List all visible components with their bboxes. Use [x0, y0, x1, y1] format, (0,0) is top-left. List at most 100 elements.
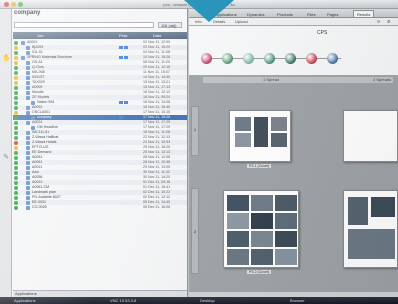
status-dot-icon [14, 70, 18, 75]
folder-icon [26, 120, 30, 125]
workflow-step-icon[interactable] [201, 53, 212, 64]
flow-flag-icon [119, 101, 123, 104]
folder-icon [26, 60, 30, 65]
workflow-step-icon[interactable] [222, 53, 233, 64]
taskbar-item-3[interactable]: Desktop [200, 297, 215, 304]
column-label-2: 2 Spreads [373, 77, 392, 82]
status-dot-icon [14, 115, 18, 120]
flow-flag-icon [124, 101, 128, 104]
folder-icon [26, 150, 30, 155]
photo-thumb [235, 133, 251, 147]
spread-partial-1[interactable] [343, 110, 398, 162]
status-dot-icon [14, 140, 18, 145]
column-label-1: 1 Spread [263, 77, 280, 82]
photo-thumb [371, 197, 395, 217]
spread-cover-1[interactable] [229, 110, 291, 162]
folder-icon [26, 180, 30, 185]
photo-thumb [251, 231, 273, 247]
folder-icon [26, 80, 30, 85]
taskbar-item-1[interactable]: Applications [14, 297, 36, 304]
flow-flag-icon [124, 46, 128, 49]
workflow-step-icon[interactable] [285, 53, 296, 64]
tab-files[interactable]: Files [303, 10, 319, 17]
status-dot-icon [14, 175, 18, 180]
column-header: Job Flow Date [13, 32, 187, 39]
workflow-badge: CPS [317, 30, 328, 36]
folder-icon [26, 65, 30, 70]
page-group-tab-2[interactable]: 2 [191, 188, 199, 274]
flow-flag-icon [119, 116, 123, 119]
table-row[interactable]: CO-0025 05 Dec 11, 16:05 [13, 205, 187, 210]
folder-icon [31, 125, 35, 130]
settings-icon[interactable]: ⚙ [387, 19, 391, 25]
search-input[interactable] [14, 22, 154, 28]
folder-icon [26, 205, 30, 210]
column-flow[interactable]: Flow [119, 32, 127, 39]
folder-icon [26, 90, 30, 95]
status-dot-icon [14, 55, 18, 60]
folder-icon [26, 160, 30, 165]
refresh-icon[interactable]: ⟳ [377, 19, 380, 25]
folder-icon [26, 155, 30, 160]
photo-thumb [254, 117, 268, 147]
status-dot-icon [14, 85, 18, 90]
folder-icon [26, 85, 30, 90]
tab-results[interactable]: Results [353, 10, 375, 17]
photo-thumb [235, 117, 251, 131]
hand-tool-icon[interactable]: ✋ [2, 55, 11, 63]
folder-icon [26, 185, 30, 190]
folder-icon [26, 145, 30, 150]
taskbar-item-2[interactable]: VNC 10.53.3.8 [110, 297, 136, 304]
workflow-step-icon[interactable] [306, 53, 317, 64]
photo-thumb [271, 117, 287, 131]
workflow-step-icon[interactable] [264, 53, 275, 64]
results-panel: Applications Dynamics Products Files Pag… [189, 9, 398, 297]
flow-flags [119, 46, 128, 49]
page-layout-area: 1 Spread 2 Spreads 1 2 PS 1 (Cover) PS 2… [189, 76, 398, 297]
status-dot-icon [14, 155, 18, 160]
status-dot-icon [14, 95, 18, 100]
taskbar-item-4[interactable]: Browser [290, 297, 305, 304]
photo-thumb [227, 213, 249, 229]
pencil-tool-icon[interactable]: ✎ [2, 154, 10, 162]
status-dot-icon [14, 145, 18, 150]
folder-icon [26, 190, 30, 195]
status-dot-icon [14, 195, 18, 200]
photo-thumb [275, 195, 297, 211]
upload-button[interactable]: Upload [235, 19, 248, 25]
folder-icon [26, 50, 30, 55]
job-count: 116 (obj) [158, 22, 182, 28]
spread-partial-2[interactable] [343, 190, 398, 268]
job-date: 05 Dec 11, 16:05 [143, 205, 171, 209]
status-dot-icon [14, 160, 18, 165]
column-job[interactable]: Job [37, 32, 43, 39]
status-dot-icon [14, 185, 18, 190]
tab-pages[interactable]: Pages [323, 10, 342, 17]
status-dot-icon [14, 60, 18, 65]
tab-dynamics[interactable]: Dynamics [243, 10, 269, 17]
status-dot-icon [14, 50, 18, 55]
photo-thumb [275, 249, 297, 265]
status-dot-icon [14, 165, 18, 170]
photo-thumb [271, 133, 287, 147]
status-dot-icon [14, 100, 18, 105]
tab-products[interactable]: Products [273, 10, 297, 17]
status-dot-icon [14, 75, 18, 80]
photo-thumb [348, 197, 368, 225]
workflow-step-icon[interactable] [327, 53, 338, 64]
panel-title: company [14, 10, 41, 16]
folder-icon [26, 95, 30, 100]
status-dot-icon [14, 105, 18, 110]
status-dot-icon [14, 125, 18, 130]
workflow-diagram: CPS [189, 26, 398, 76]
job-list-panel: ✋ ✎ company 116 (obj) Job Flow Date A000… [0, 9, 188, 297]
workflow-step-icon[interactable] [243, 53, 254, 64]
spread-column-strip: 1 Spread 2 Spreads [203, 77, 393, 83]
flow-flag-icon [119, 46, 123, 49]
status-dot-icon [14, 130, 18, 135]
page-group-tab-1[interactable]: 1 [191, 106, 199, 156]
column-date[interactable]: Date [153, 32, 161, 39]
status-dot-icon [14, 120, 18, 125]
spread-2[interactable] [223, 190, 299, 268]
folder-icon [31, 115, 35, 120]
